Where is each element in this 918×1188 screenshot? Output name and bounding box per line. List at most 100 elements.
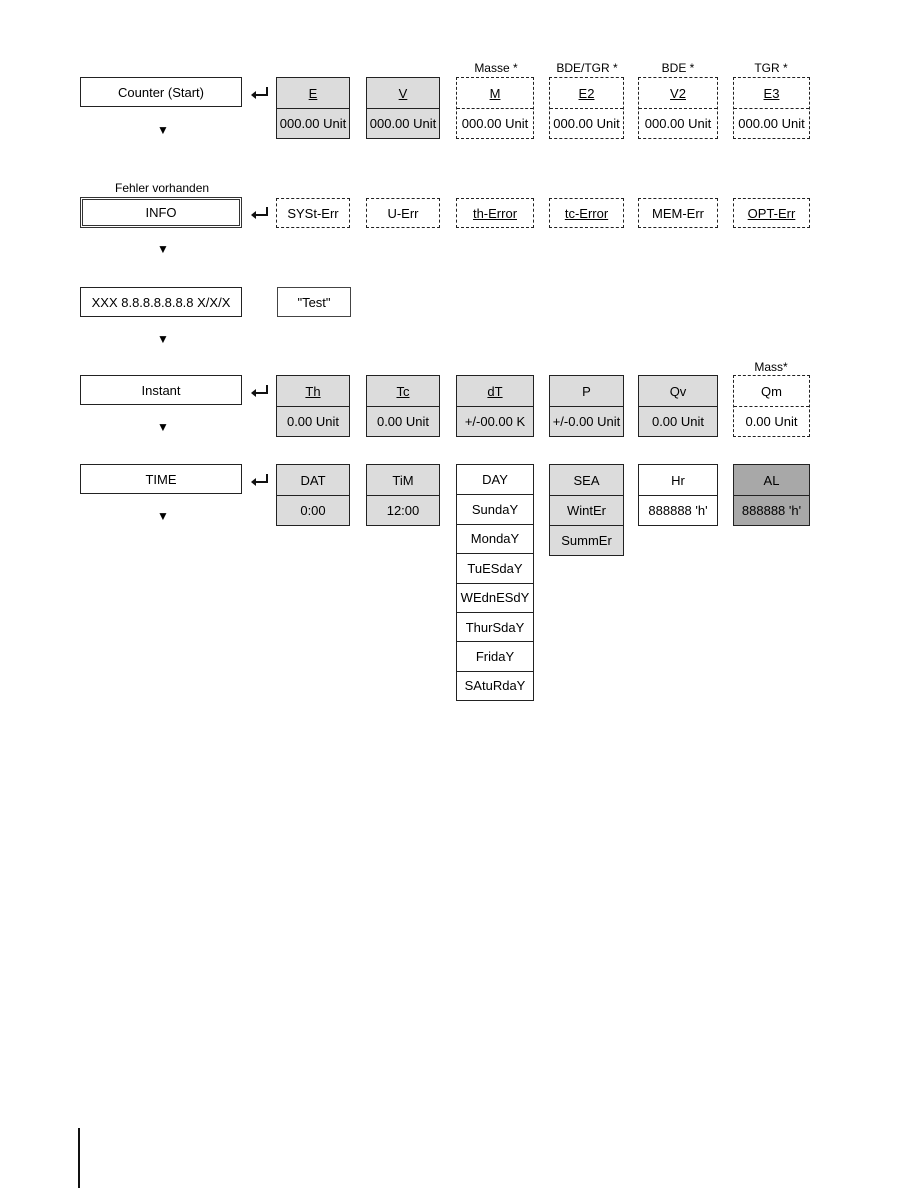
day-option[interactable]: FridaY	[457, 641, 533, 670]
day-option[interactable]: WEdnESdY	[457, 582, 533, 612]
version-label: XXX 8.8.8.8.8.8.8 X/X/X	[91, 294, 231, 310]
instant-qm-box[interactable]: Qm 0.00 Unit	[733, 375, 810, 437]
day-option[interactable]: SundaY	[457, 494, 533, 523]
counter-v-value: 000.00 Unit	[367, 108, 439, 138]
counter-v2-value: 000.00 Unit	[639, 108, 717, 138]
instant-th-value: 0.00 Unit	[277, 406, 349, 436]
instant-tc-title: Tc	[396, 383, 410, 399]
caption-bde: BDE *	[661, 61, 695, 75]
error-label: SYSt-Err	[287, 205, 339, 221]
time-box[interactable]: TIME	[80, 464, 242, 494]
instant-qv-title: Qv	[669, 383, 687, 399]
time-dat-box[interactable]: DAT 0:00	[276, 464, 350, 526]
instant-qv-value: 0.00 Unit	[639, 406, 717, 436]
time-tim-box[interactable]: TiM 12:00	[366, 464, 440, 526]
counter-v-box[interactable]: V 000.00 Unit	[366, 77, 440, 139]
test-label: "Test"	[297, 294, 331, 310]
instant-th-title: Th	[305, 383, 321, 399]
counter-v2-box[interactable]: V2 000.00 Unit	[638, 77, 718, 139]
error-label: OPT-Err	[747, 205, 796, 221]
counter-e3-title: E3	[763, 85, 780, 101]
test-box[interactable]: "Test"	[277, 287, 351, 317]
counter-e3-value: 000.00 Unit	[734, 108, 809, 138]
time-al-box[interactable]: AL 888888 'h'	[733, 464, 810, 526]
time-day-list[interactable]: DAY SundaY MondaY TuESdaY WEdnESdY ThurS…	[456, 464, 534, 702]
sea-option[interactable]: WintEr	[550, 495, 623, 525]
enter-return-icon	[251, 385, 268, 397]
counter-e3-box[interactable]: E3 000.00 Unit	[733, 77, 810, 139]
error-mem-err[interactable]: MEM-Err	[638, 198, 718, 228]
error-label: tc-Error	[564, 205, 609, 221]
day-option[interactable]: SAtuRdaY	[457, 670, 533, 700]
instant-box[interactable]: Instant	[80, 375, 242, 405]
counter-e2-box[interactable]: E2 000.00 Unit	[549, 77, 624, 139]
caption-mass: Mass*	[754, 360, 788, 374]
info-label: INFO	[145, 205, 177, 220]
counter-m-title: M	[489, 85, 501, 101]
instant-dt-box[interactable]: dT +/-00.00 K	[456, 375, 534, 437]
instant-dt-value: +/-00.00 K	[457, 406, 533, 436]
day-option[interactable]: TuESdaY	[457, 553, 533, 582]
time-sea-title: SEA	[573, 472, 600, 488]
counter-e-box[interactable]: E 000.00 Unit	[276, 77, 350, 139]
enter-return-icon	[251, 87, 268, 99]
instant-qm-title: Qm	[761, 383, 782, 399]
time-tim-value: 12:00	[367, 495, 439, 525]
time-sea-box[interactable]: SEA WintEr SummEr	[549, 464, 624, 556]
instant-p-box[interactable]: P +/-0.00 Unit	[549, 375, 624, 437]
error-syst-err[interactable]: SYSt-Err	[276, 198, 350, 228]
down-triangle-icon: ▼	[157, 242, 169, 256]
enter-return-icon	[251, 207, 268, 219]
info-box[interactable]: INFO	[80, 197, 242, 228]
counter-start-label: Counter (Start)	[118, 84, 204, 100]
enter-return-icon	[251, 474, 268, 486]
instant-th-box[interactable]: Th 0.00 Unit	[276, 375, 350, 437]
time-label: TIME	[145, 471, 177, 487]
time-hr-title: Hr	[671, 472, 685, 488]
time-hr-box[interactable]: Hr 888888 'h'	[638, 464, 718, 526]
instant-tc-value: 0.00 Unit	[367, 406, 439, 436]
caption-bde-tgr: BDE/TGR *	[556, 61, 618, 75]
down-triangle-icon: ▼	[157, 332, 169, 346]
instant-p-value: +/-0.00 Unit	[550, 406, 623, 436]
page-margin-line	[78, 1128, 80, 1188]
instant-label: Instant	[141, 382, 181, 398]
time-dat-title: DAT	[300, 472, 326, 488]
sea-option[interactable]: SummEr	[550, 525, 623, 555]
counter-m-box[interactable]: M 000.00 Unit	[456, 77, 534, 139]
time-dat-value: 0:00	[277, 495, 349, 525]
instant-tc-box[interactable]: Tc 0.00 Unit	[366, 375, 440, 437]
time-al-value: 888888 'h'	[734, 495, 809, 525]
error-u-err[interactable]: U-Err	[366, 198, 440, 228]
instant-qv-box[interactable]: Qv 0.00 Unit	[638, 375, 718, 437]
caption-masse: Masse *	[474, 61, 518, 75]
counter-v2-title: V2	[670, 85, 686, 101]
error-th-error[interactable]: th-Error	[456, 198, 534, 228]
day-list-title: DAY	[482, 472, 508, 488]
error-tc-error[interactable]: tc-Error	[549, 198, 624, 228]
error-label: U-Err	[387, 205, 419, 221]
caption-tgr: TGR *	[754, 61, 788, 75]
down-triangle-icon: ▼	[157, 420, 169, 434]
counter-e2-title: E2	[578, 85, 595, 101]
instant-qm-value: 0.00 Unit	[734, 406, 809, 436]
caption-fehler-vorhanden: Fehler vorhanden	[115, 181, 210, 195]
counter-e-value: 000.00 Unit	[277, 108, 349, 138]
day-option[interactable]: ThurSdaY	[457, 611, 533, 641]
error-opt-err[interactable]: OPT-Err	[733, 198, 810, 228]
instant-dt-title: dT	[487, 383, 503, 399]
instant-p-title: P	[582, 383, 591, 399]
error-label: MEM-Err	[652, 205, 704, 221]
down-triangle-icon: ▼	[157, 509, 169, 523]
counter-start-box[interactable]: Counter (Start)	[80, 77, 242, 107]
day-option[interactable]: MondaY	[457, 523, 533, 553]
down-triangle-icon: ▼	[157, 123, 169, 137]
time-hr-value: 888888 'h'	[639, 495, 717, 525]
counter-e2-value: 000.00 Unit	[550, 108, 623, 138]
time-al-title: AL	[763, 472, 780, 488]
version-box[interactable]: XXX 8.8.8.8.8.8.8 X/X/X	[80, 287, 242, 317]
counter-v-title: V	[398, 85, 408, 101]
time-tim-title: TiM	[392, 472, 414, 488]
error-label: th-Error	[472, 205, 518, 221]
counter-m-value: 000.00 Unit	[457, 108, 533, 138]
